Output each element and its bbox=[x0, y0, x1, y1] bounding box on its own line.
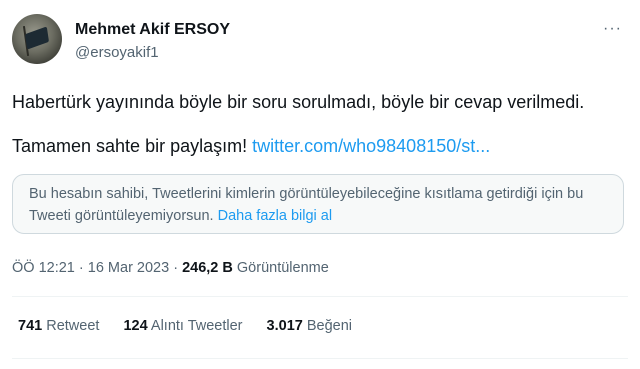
tweet-date[interactable]: 16 Mar 2023 bbox=[88, 260, 169, 276]
tweet-text-part: Tamamen sahte bir paylaşım! bbox=[12, 136, 253, 156]
engagement-stats: 741 Retweet 124 Alıntı Tweetler 3.017 Be… bbox=[18, 318, 372, 334]
tweet-time[interactable]: ÖÖ 12:21 bbox=[12, 260, 75, 276]
learn-more-link[interactable]: Daha fazla bilgi al bbox=[218, 208, 332, 224]
meta-separator: · bbox=[169, 260, 183, 276]
views-count: 246,2 B bbox=[182, 260, 233, 276]
tweet-text-line-1: Habertürk yayınında böyle bir soru sorul… bbox=[12, 92, 585, 112]
likes-stat[interactable]: 3.017 Beğeni bbox=[267, 318, 352, 334]
divider bbox=[12, 358, 628, 359]
tweet-card: Mehmet Akif ERSOY @ersoyakif1 ··· Habert… bbox=[0, 0, 640, 369]
retweets-label: Retweet bbox=[42, 318, 100, 334]
views-label: Görüntülenme bbox=[232, 260, 329, 276]
quoted-tweet-link[interactable]: twitter.com/who98408150/st... bbox=[252, 136, 490, 156]
retweets-stat[interactable]: 741 Retweet bbox=[18, 318, 99, 334]
author-handle[interactable]: @ersoyakif1 bbox=[75, 44, 159, 61]
tweet-meta: ÖÖ 12:21 · 16 Mar 2023 · 246,2 B Görüntü… bbox=[12, 260, 329, 276]
more-dots-icon[interactable]: ··· bbox=[603, 21, 622, 37]
retweets-count: 741 bbox=[18, 318, 43, 334]
withheld-notice: Bu hesabın sahibi, Tweetlerini kimlerin … bbox=[12, 174, 624, 234]
avatar[interactable] bbox=[12, 14, 62, 64]
divider bbox=[12, 296, 628, 297]
quotes-stat[interactable]: 124 Alıntı Tweetler bbox=[123, 318, 242, 334]
quotes-count: 124 bbox=[123, 318, 148, 334]
likes-count: 3.017 bbox=[266, 318, 303, 334]
tweet-text-line-2: Tamamen sahte bir paylaşım! twitter.com/… bbox=[12, 136, 490, 157]
quotes-label: Alıntı Tweetler bbox=[147, 318, 243, 334]
meta-separator: · bbox=[74, 260, 88, 276]
author-name[interactable]: Mehmet Akif ERSOY bbox=[75, 21, 230, 39]
likes-label: Beğeni bbox=[302, 318, 353, 334]
flag-shape bbox=[24, 26, 50, 50]
